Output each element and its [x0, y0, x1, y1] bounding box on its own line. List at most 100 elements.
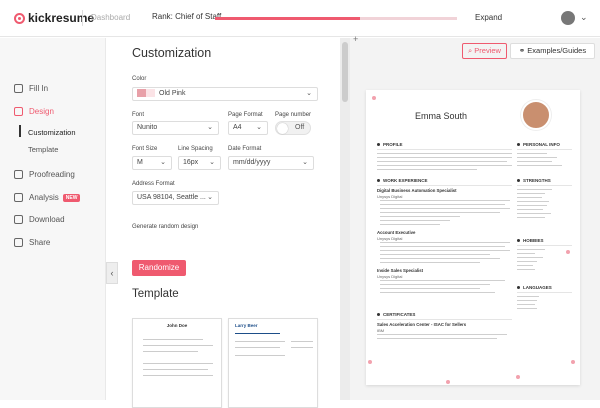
address-format-select[interactable]: USA 98104, Seattle ... ⌄ — [132, 191, 219, 205]
section-personal-info: PERSONAL INFO — [517, 142, 560, 147]
template-name: Larry Beer — [235, 323, 258, 328]
divider — [377, 149, 512, 150]
active-indicator — [19, 125, 21, 137]
nav-analysis[interactable]: Analysis NEW — [14, 193, 81, 202]
job-company: Unysys Digital — [377, 236, 403, 241]
address-format-label: Address Format — [132, 181, 175, 187]
font-size-select[interactable]: M ⌄ — [132, 156, 172, 170]
line-spacing-select[interactable]: 16px ⌄ — [178, 156, 221, 170]
nav-design[interactable]: Design — [14, 107, 54, 116]
text-line — [377, 153, 512, 155]
customization-title: Customization — [132, 46, 212, 60]
template-line — [143, 369, 208, 370]
certificate-title: Sales Acceleration Center - ISAC for Sel… — [377, 322, 467, 327]
font-select[interactable]: Nunito ⌄ — [132, 121, 219, 135]
resume-preview[interactable]: Emma South PROFILE WORK EXPERIENCE Digit… — [366, 90, 580, 385]
color-label: Color — [132, 76, 147, 82]
text-line — [377, 169, 477, 171]
text-line — [517, 249, 545, 251]
nav-proofreading[interactable]: Proofreading — [14, 170, 75, 179]
text-line — [380, 200, 510, 202]
chevron-down-icon: ⌄ — [207, 124, 213, 131]
toggle-knob — [277, 123, 288, 134]
date-format-label: Date Format — [228, 146, 262, 152]
template-line — [235, 333, 280, 334]
text-line — [517, 217, 545, 219]
line-spacing-label: Line Spacing — [178, 146, 213, 152]
plus-icon[interactable]: + — [353, 34, 358, 44]
text-line — [380, 292, 495, 294]
section-certificates: CERTIFICATES — [377, 312, 415, 317]
divider — [517, 292, 572, 293]
user-avatar[interactable] — [561, 11, 575, 25]
template-line — [235, 347, 280, 348]
text-line — [377, 334, 507, 336]
nav-customization[interactable]: Customization — [28, 128, 76, 137]
preview-button[interactable]: ⌕ Preview — [462, 43, 507, 59]
text-line — [380, 224, 440, 226]
chevron-down-icon: ⌄ — [207, 194, 213, 201]
examples-guides-button[interactable]: ⚭ Examples/Guides — [510, 43, 595, 59]
rank-progress-bar — [215, 17, 457, 20]
text-line — [517, 265, 533, 267]
text-line — [380, 204, 505, 206]
section-experience: WORK EXPERIENCE — [377, 178, 428, 183]
job-title: Digital Business Automation Specialist — [377, 188, 457, 193]
template-line — [235, 355, 285, 356]
certificate-org: IBM — [377, 328, 385, 333]
nav-template[interactable]: Template — [28, 145, 58, 154]
page-number-toggle[interactable]: Off — [275, 121, 311, 135]
page-number-label: Page number — [275, 112, 312, 118]
job-title: Inside Sales Specialist — [377, 268, 424, 273]
scrollbar[interactable] — [340, 38, 350, 400]
template-card[interactable]: John Doe — [132, 318, 222, 408]
text-line — [517, 296, 539, 298]
date-format-select[interactable]: mm/dd/yyyy ⌄ — [228, 156, 314, 170]
edit-icon — [14, 84, 23, 93]
collapse-panel-button[interactable]: ‹ — [106, 262, 118, 284]
divider — [517, 149, 572, 150]
template-line — [291, 347, 313, 348]
nav-fill-in[interactable]: Fill In — [14, 84, 48, 93]
text-line — [517, 193, 545, 195]
chevron-down-icon: ⌄ — [256, 124, 262, 131]
text-line — [377, 165, 512, 167]
rank-label: Rank: Chief of Staff — [152, 12, 222, 21]
text-line — [380, 242, 510, 244]
chevron-down-icon: ⌄ — [160, 159, 166, 166]
text-line — [517, 157, 557, 159]
new-badge: NEW — [62, 193, 81, 202]
text-line — [380, 216, 460, 218]
nav-download[interactable]: Download — [14, 215, 65, 224]
text-line — [517, 304, 535, 306]
divider — [377, 319, 512, 320]
text-line — [517, 300, 537, 302]
color-select[interactable]: Old Pink ⌄ — [132, 87, 318, 101]
decor-dot — [446, 380, 450, 384]
text-line — [380, 220, 450, 222]
font-size-label: Font Size — [132, 146, 158, 152]
template-card[interactable]: Larry Beer — [228, 318, 318, 408]
text-line — [517, 269, 535, 271]
dashboard-link[interactable]: Dashboard — [91, 13, 130, 22]
text-line — [517, 213, 551, 215]
page-format-select[interactable]: A4 ⌄ — [228, 121, 268, 135]
decor-dot — [372, 96, 376, 100]
text-line — [517, 205, 547, 207]
randomize-button[interactable]: Randomize — [132, 260, 186, 276]
chevron-down-icon[interactable]: ⌄ — [580, 12, 588, 23]
nav-share[interactable]: Share — [14, 238, 50, 247]
expand-button[interactable]: Expand — [475, 13, 502, 22]
text-line — [517, 261, 537, 263]
text-line — [517, 161, 552, 163]
text-line — [380, 212, 500, 214]
top-bar: kickresume Dashboard Rank: Chief of Staf… — [0, 0, 600, 37]
template-name: John Doe — [166, 323, 188, 328]
text-line — [377, 338, 497, 340]
chevron-left-icon: ‹ — [110, 268, 114, 278]
text-line — [517, 253, 535, 255]
resume-photo — [521, 100, 551, 130]
scrollbar-thumb[interactable] — [342, 42, 348, 102]
template-title: Template — [132, 288, 179, 300]
template-line — [143, 351, 198, 352]
